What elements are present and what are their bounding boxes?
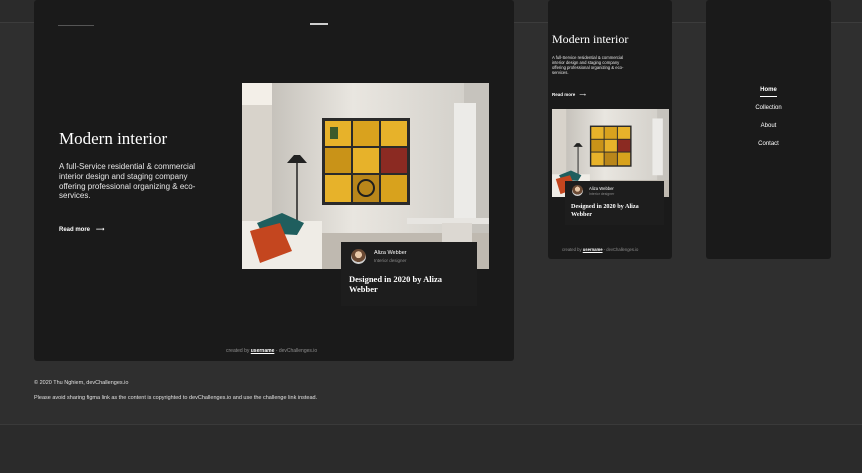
read-more-label: Read more [552, 92, 576, 97]
sharing-notice: Please avoid sharing figma link as the c… [34, 395, 318, 401]
designer-card: Aliza Webber Interior designer Designed … [565, 181, 664, 225]
credit-username-link[interactable]: username [583, 247, 603, 252]
designer-role: Interior designer [589, 192, 615, 196]
desktop-frame: Modern interior A full-Service residenti… [34, 0, 514, 361]
arrow-right-icon: ⟶ [579, 92, 586, 97]
hero-description: A full-Service residential & commercial … [59, 162, 196, 201]
created-by-credit: created by username - devChallenges.io [562, 247, 638, 252]
credit-prefix: created by [226, 348, 250, 354]
credit-username-link[interactable]: username [251, 348, 275, 354]
designed-title: Designed in 2020 by Aliza Webber [571, 203, 639, 218]
nav-indicator [310, 23, 328, 25]
hero-description: A full-Service residential & commercial … [552, 55, 624, 75]
avatar [572, 185, 583, 196]
read-more-label: Read more [59, 227, 91, 233]
hero-title: Modern interior [552, 32, 629, 46]
credit-suffix: - devChallenges.io [603, 247, 639, 252]
copyright-text: © 2020 Thu Nghiem, devChallenges.io [34, 380, 129, 386]
hero-title: Modern interior [59, 129, 168, 148]
credit-prefix: created by [562, 247, 582, 252]
designer-name: Aliza Webber [589, 186, 614, 191]
created-by-credit: created by username - devChallenges.io [226, 348, 317, 354]
designer-role: Interior designer [374, 258, 407, 263]
mobile-frame: Modern interior A full-Service residenti… [548, 0, 672, 259]
credit-suffix: - devChallenges.io [275, 348, 318, 354]
active-underline [760, 96, 777, 97]
bottom-band [0, 424, 862, 473]
menu-item-home[interactable]: Home [706, 87, 831, 93]
logo-placeholder [58, 25, 94, 26]
menu-item-collection[interactable]: Collection [706, 105, 831, 111]
menu-item-contact[interactable]: Contact [706, 141, 831, 147]
avatar [351, 249, 366, 264]
menu-item-about[interactable]: About [706, 123, 831, 129]
mobile-menu-frame: Home Collection About Contact [706, 0, 831, 259]
designer-card: Aliza Webber Interior designer Designed … [341, 242, 477, 306]
read-more-link[interactable]: Read more ⟶ [552, 92, 586, 98]
arrow-right-icon: ⟶ [95, 227, 105, 233]
designed-title: Designed in 2020 by Aliza Webber [349, 274, 443, 294]
read-more-link[interactable]: Read more ⟶ [59, 226, 104, 233]
designer-name: Aliza Webber [374, 250, 407, 256]
